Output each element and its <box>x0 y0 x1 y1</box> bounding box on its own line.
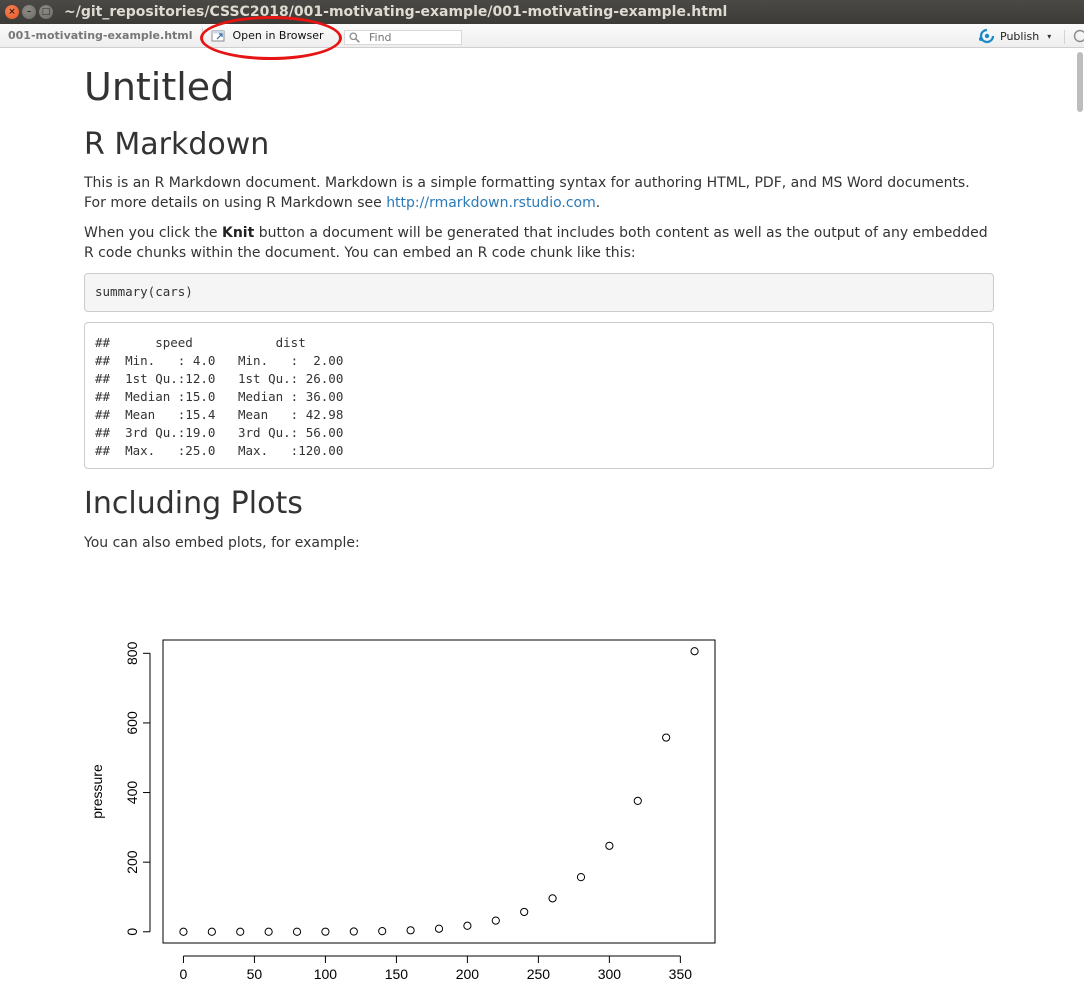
data-point <box>605 841 614 850</box>
data-point <box>406 926 415 935</box>
document-title: Untitled <box>84 65 235 109</box>
y-axis-label: pressure <box>89 764 105 819</box>
x-tick-label: 100 <box>314 966 338 982</box>
knit-bold: Knit <box>221 225 255 241</box>
data-point <box>662 733 671 742</box>
maximize-window-button[interactable]: □ <box>39 5 53 19</box>
output-line: ## Max. :25.0 Max. :120.00 <box>95 443 359 458</box>
y-tick-label: 800 <box>124 641 140 665</box>
window-title: ~/git_repositories/CSSC2018/001-motivati… <box>64 4 728 20</box>
pressure-plot: 0 50 100 150 200 250 300 350 0 200 400 600 800 pressu… <box>84 560 764 997</box>
section-heading-including-plots: Including Plots <box>84 486 303 521</box>
data-point <box>633 796 642 805</box>
data-point <box>463 921 472 930</box>
x-tick-label: 250 <box>527 966 551 982</box>
data-point <box>434 924 444 933</box>
window-controls: × – □ <box>5 5 53 19</box>
vertical-scrollbar[interactable] <box>1070 49 1084 997</box>
output-line: ## Min. : 4.0 Min. : 2.00 <box>95 353 359 368</box>
output-line: ## 3rd Qu.:19.0 3rd Qu.: 56.00 <box>95 425 359 440</box>
plots-paragraph: You can also embed plots, for example: <box>84 535 360 551</box>
viewer-toolbar: 001-motivating-example.html Open in Brow… <box>0 24 1084 48</box>
window-titlebar: × – □ ~/git_repositories/CSSC2018/001-mo… <box>0 0 1084 24</box>
scrollbar-thumb[interactable] <box>1077 52 1083 112</box>
data-point <box>548 894 557 903</box>
x-tick-label: 0 <box>180 966 188 982</box>
code-chunk-output: ## speed dist ## Min. : 4.0 Min. : 2.00 … <box>84 322 994 469</box>
knit-text-start: When you click the <box>84 225 222 241</box>
output-line: ## Median :15.0 Median : 36.00 <box>95 389 359 404</box>
data-point <box>520 907 529 917</box>
data-point <box>378 927 387 936</box>
x-tick-label: 150 <box>385 966 409 982</box>
toolbar-divider <box>1064 30 1065 44</box>
data-point <box>576 873 586 882</box>
output-line: ## 1st Qu.:12.0 1st Qu.: 26.00 <box>95 371 359 386</box>
x-tick-label: 350 <box>669 966 693 982</box>
data-point <box>690 647 699 656</box>
output-line: ## speed dist <box>95 335 359 350</box>
x-tick-label: 50 <box>247 966 263 982</box>
minimize-icon: – <box>26 6 32 17</box>
data-point <box>236 927 245 936</box>
publish-label: Publish <box>1000 29 1040 43</box>
close-icon: × <box>8 6 16 17</box>
x-tick-label: 300 <box>598 966 622 982</box>
output-line: ## Mean :15.4 Mean : 42.98 <box>95 407 359 422</box>
chevron-down-icon[interactable]: ▾ <box>1047 32 1051 41</box>
intro-end: . <box>595 195 601 211</box>
data-point <box>321 927 330 936</box>
search-icon <box>349 32 360 43</box>
y-tick-label: 0 <box>124 928 140 936</box>
plot-frame <box>162 639 716 944</box>
y-tick-label: 200 <box>124 850 140 874</box>
find-field[interactable] <box>344 30 462 45</box>
data-point <box>292 927 302 936</box>
intro-paragraph: This is an R Markdown document. Markdown… <box>84 173 994 213</box>
y-tick-label: 400 <box>124 781 140 805</box>
maximize-icon: □ <box>41 6 51 17</box>
code-chunk-source: summary(cars) <box>84 273 994 312</box>
data-point <box>491 916 500 925</box>
section-heading-r-markdown: R Markdown <box>84 127 270 162</box>
rmarkdown-link[interactable]: http://rmarkdown.rstudio.com <box>386 195 596 211</box>
find-input[interactable] <box>369 31 459 44</box>
publish-button[interactable]: Publish ▾ <box>978 28 1051 44</box>
minimize-window-button[interactable]: – <box>22 5 36 19</box>
data-point <box>207 927 216 936</box>
close-window-button[interactable]: × <box>5 5 19 19</box>
highlight-annotation <box>200 16 342 60</box>
data-point <box>349 927 358 936</box>
refresh-icon[interactable] <box>1071 28 1084 44</box>
data-point <box>179 927 188 936</box>
file-name-label: 001-motivating-example.html <box>8 29 193 42</box>
y-tick-label: 600 <box>124 711 140 735</box>
x-tick-label: 200 <box>456 966 480 982</box>
data-point <box>264 927 273 936</box>
publish-icon <box>979 28 995 44</box>
knit-paragraph: When you click the Knit button a documen… <box>84 223 994 263</box>
scatter-plot-svg: 0 50 100 150 200 250 300 350 0 200 400 600 800 pressu… <box>89 639 716 982</box>
